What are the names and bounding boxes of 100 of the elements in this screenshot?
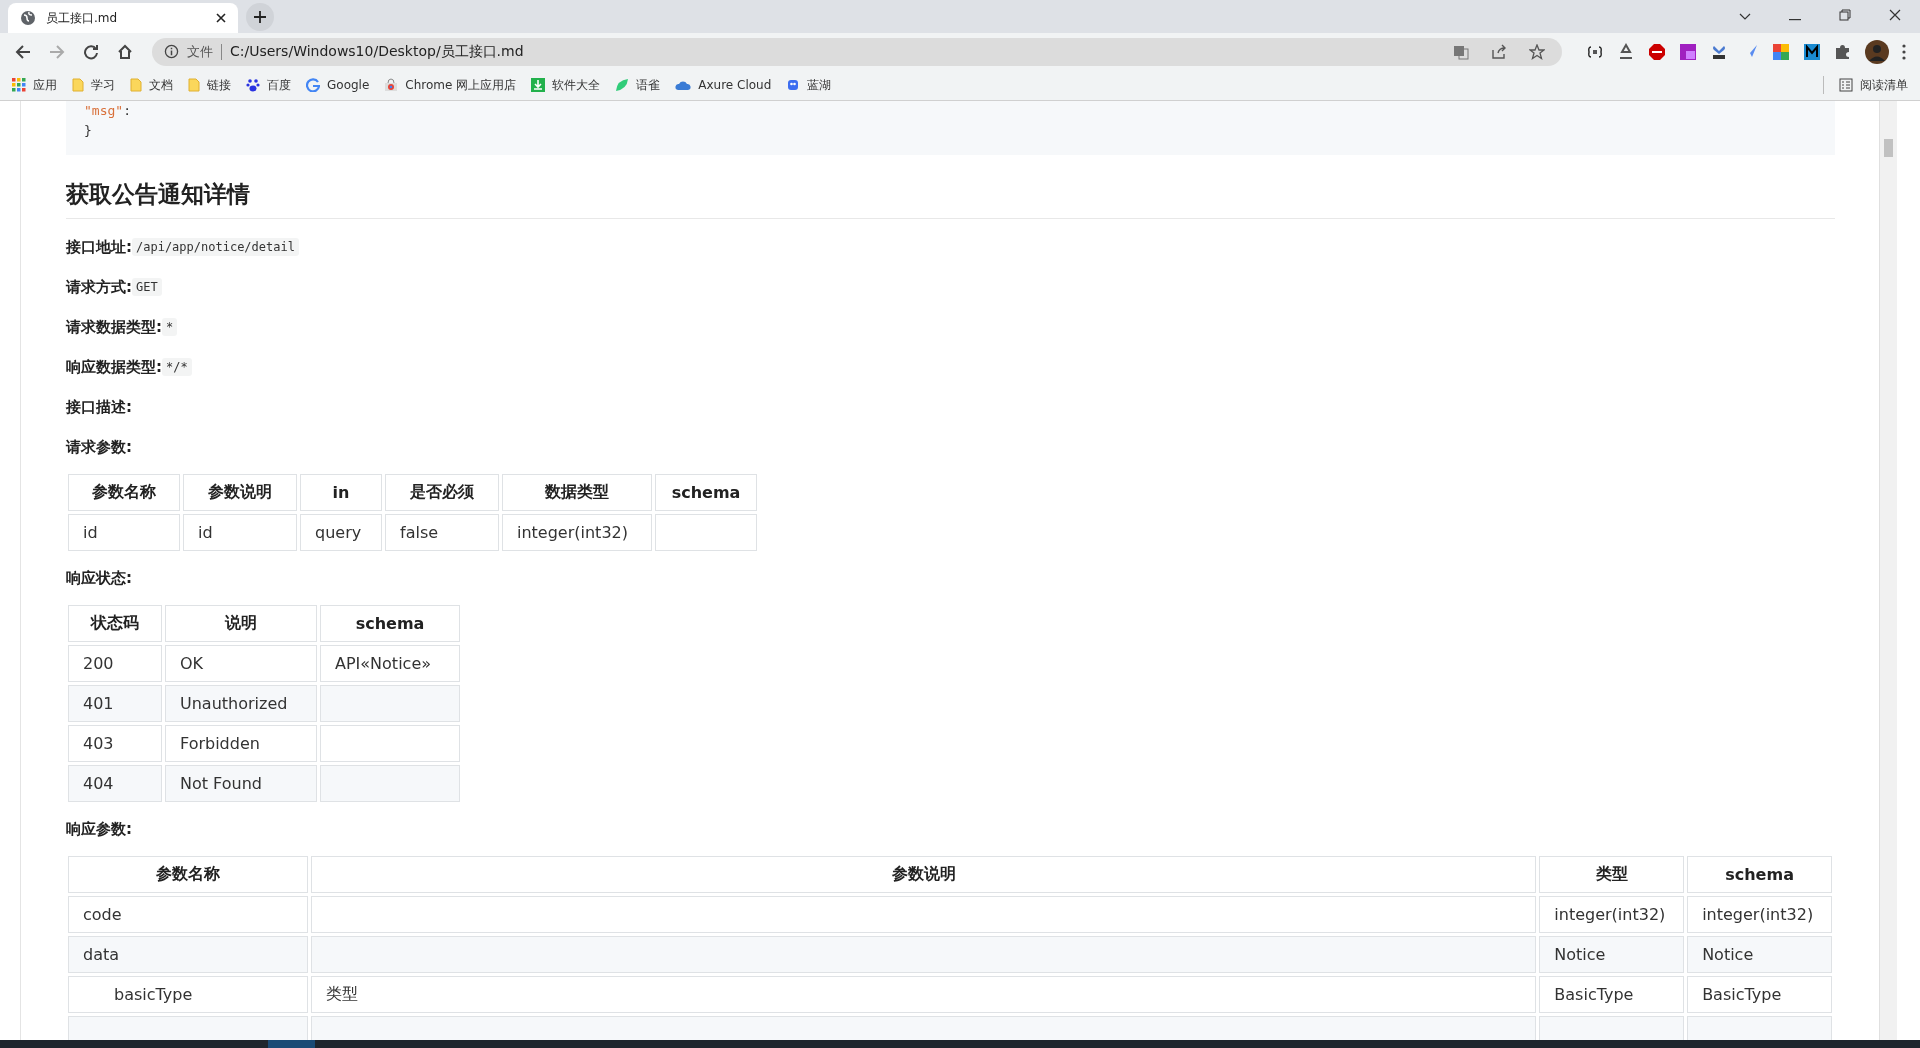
bookmark-item[interactable]: 应用	[12, 76, 57, 94]
stop-sign-icon[interactable]	[1648, 42, 1666, 61]
table-cell: 404	[68, 765, 162, 802]
code-line: }	[84, 122, 93, 140]
leaf-icon	[615, 78, 630, 92]
table-cell: id	[68, 514, 180, 551]
menu-icon[interactable]	[1902, 43, 1906, 60]
robot-icon	[786, 78, 801, 92]
table-cell: 401	[68, 685, 162, 722]
scheme-label: 文件	[187, 42, 213, 61]
column-header: 状态码	[68, 605, 162, 642]
table-cell: OK	[165, 645, 317, 682]
translate-icon[interactable]	[1453, 43, 1469, 60]
column-header: schema	[1687, 856, 1832, 893]
bookmark-item[interactable]: 软件大全	[531, 76, 601, 94]
column-header: 数据类型	[502, 474, 652, 511]
inline-code: /api/app/notice/detail	[132, 238, 299, 256]
table-cell: false	[385, 514, 499, 551]
inline-code: GET	[132, 278, 162, 296]
column-header: 参数说明	[310, 856, 1537, 893]
bookmark-item[interactable]: Axure Cloud	[675, 78, 772, 92]
column-header: 参数说明	[183, 474, 297, 511]
apps-grid-icon	[12, 78, 26, 92]
field-label: 请求方式:	[66, 277, 132, 297]
chevron-down-icon[interactable]	[1739, 13, 1751, 21]
column-header: 类型	[1539, 856, 1685, 893]
table-cell: BasicType	[1539, 976, 1685, 1013]
square-extension-icon[interactable]	[1679, 42, 1697, 61]
table-cell: integer(int32)	[1539, 896, 1685, 933]
store-icon	[384, 78, 399, 92]
bookmark-item[interactable]: Google	[306, 78, 370, 92]
table-cell: 200	[68, 645, 162, 682]
download-icon	[531, 78, 546, 92]
tab-title: 员工接口.md	[46, 9, 119, 27]
section-heading: 获取公告通知详情	[66, 179, 1835, 219]
minimize-icon[interactable]	[1789, 19, 1801, 21]
avatar-icon[interactable]	[1865, 39, 1889, 64]
column-header: 是否必须	[385, 474, 499, 511]
restore-icon[interactable]	[1839, 9, 1851, 21]
table-cell: 类型	[310, 976, 1537, 1013]
column-header: in	[300, 474, 382, 511]
bookmark-item[interactable]: 百度	[246, 76, 291, 94]
close-icon[interactable]	[216, 13, 226, 23]
share-icon[interactable]	[1491, 43, 1507, 60]
url-text: C:/Users/Windows10/Desktop/员工接口.md	[230, 42, 524, 61]
code-line: "msg":	[84, 102, 132, 120]
table-cell: data	[68, 936, 308, 973]
json-extension-icon[interactable]	[1586, 43, 1604, 60]
inline-code: *	[162, 318, 178, 336]
address-bar[interactable]: 文件 C:/Users/Windows10/Desktop/员工接口.md	[152, 37, 1562, 66]
folder-icon	[188, 78, 200, 92]
browser-tab[interactable]: 员工接口.md	[8, 3, 238, 33]
field-label: 接口地址:	[66, 237, 132, 257]
reload-icon[interactable]	[83, 43, 99, 60]
table-cell: Not Found	[165, 765, 317, 802]
close-icon[interactable]	[1889, 9, 1901, 21]
m-square-icon[interactable]	[1803, 42, 1821, 61]
bookmark-item[interactable]: 链接	[188, 76, 231, 94]
back-icon[interactable]	[15, 43, 31, 60]
field-label: 请求数据类型:	[66, 317, 162, 337]
paw-icon	[246, 78, 260, 92]
bookmark-item[interactable]: 语雀	[615, 76, 661, 94]
field-label: 请求参数:	[66, 437, 132, 457]
home-icon[interactable]	[117, 43, 133, 60]
table-cell: Notice	[1539, 936, 1685, 973]
new-tab-button[interactable]	[246, 3, 274, 31]
bookmark-item[interactable]: 学习	[72, 76, 115, 94]
google-g-icon	[306, 78, 320, 92]
bookmark-item[interactable]: 蓝湖	[786, 76, 832, 94]
table-cell: BasicType	[1687, 976, 1832, 1013]
column-header: 说明	[165, 605, 317, 642]
column-header: schema	[655, 474, 757, 511]
list-icon	[1839, 78, 1853, 92]
table-cell: Notice	[1687, 936, 1832, 973]
plus-icon	[254, 11, 266, 23]
table-cell: integer(int32)	[502, 514, 652, 551]
inline-code: */*	[162, 358, 192, 376]
cloud-icon	[675, 79, 692, 91]
bookmark-item[interactable]: 文档	[130, 76, 173, 94]
scrollbar-thumb[interactable]	[1884, 139, 1893, 157]
color-squares-icon[interactable]	[1772, 42, 1790, 61]
column-header: 参数名称	[68, 856, 308, 893]
table-cell: code	[68, 896, 308, 933]
table-cell: id	[183, 514, 297, 551]
folder-icon	[130, 78, 142, 92]
table-cell: Forbidden	[165, 725, 317, 762]
field-label: 响应状态:	[66, 568, 132, 588]
table-cell: query	[300, 514, 382, 551]
puzzle-icon[interactable]	[1834, 42, 1852, 61]
globe-icon	[20, 10, 36, 26]
field-label: 接口描述:	[66, 397, 132, 417]
info-icon	[164, 44, 179, 59]
table-cell: 403	[68, 725, 162, 762]
table-cell: Unauthorized	[165, 685, 317, 722]
table-cell: integer(int32)	[1687, 896, 1832, 933]
bookmark-item[interactable]: Chrome 网上应用店	[384, 76, 517, 94]
reading-list-button[interactable]: 阅读清单	[1839, 76, 1908, 94]
star-icon[interactable]	[1529, 43, 1545, 60]
table-cell: API«Notice»	[320, 645, 460, 682]
field-label: 响应参数:	[66, 819, 132, 839]
